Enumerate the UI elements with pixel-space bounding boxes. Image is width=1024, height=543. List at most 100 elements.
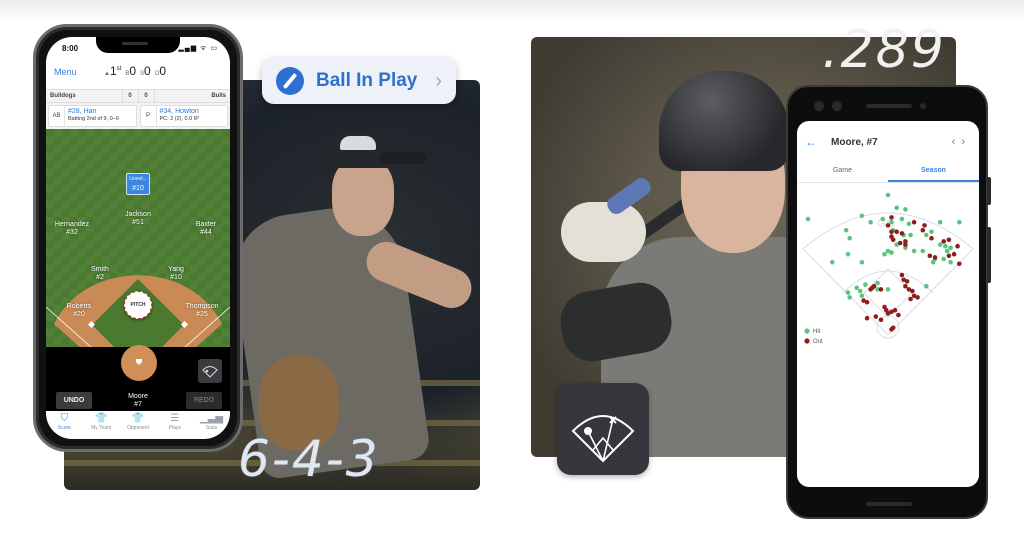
tab-season[interactable]: Season xyxy=(888,163,979,182)
list-icon: ☰ xyxy=(170,413,180,424)
status-time: 8:00 xyxy=(62,44,79,53)
fielder-cf[interactable]: Jackson #51 xyxy=(108,211,168,227)
ball-in-play-button[interactable]: Ball In Play › xyxy=(262,58,456,104)
tab-stats[interactable]: ▁▃▅ Stats xyxy=(196,413,228,439)
hit-point xyxy=(889,219,894,225)
hit-point xyxy=(805,216,811,222)
away-team: Bulldogs xyxy=(46,90,123,102)
field-icon xyxy=(202,366,218,378)
play-annotation: 6-4-3 xyxy=(238,430,380,488)
hit-point xyxy=(948,259,953,265)
hit-point xyxy=(857,288,863,294)
hit-point xyxy=(885,192,891,198)
fielder-1b[interactable]: Thompson #25 xyxy=(172,303,230,319)
at-bat-tag: AB xyxy=(49,106,65,126)
out-point xyxy=(946,237,952,243)
balls-count: B0 xyxy=(125,64,137,78)
out-point xyxy=(955,243,960,249)
fielder-2b[interactable]: Yang #10 xyxy=(146,266,206,282)
legend-hit-label: Hit xyxy=(813,329,821,335)
out-point xyxy=(911,219,917,225)
out-point xyxy=(957,261,962,267)
out-point xyxy=(864,315,870,321)
fielder-ss[interactable]: Smith #2 xyxy=(70,266,130,282)
matchup-bar: AB #28, Han Batting 2nd of 9, 0–0 P #34,… xyxy=(46,103,230,129)
hit-point xyxy=(882,251,887,257)
pitcher-card[interactable]: P #34, Howton PC: 2 (2), 0.0 IP xyxy=(139,105,228,127)
legend: Hit Out xyxy=(804,328,823,345)
player-nav: ‹› xyxy=(952,136,971,148)
hit-point xyxy=(868,219,873,225)
hit-point xyxy=(847,235,852,241)
pitcher-cap xyxy=(320,132,426,168)
scoreboard: Bulldogs 0 0 Bulls xyxy=(46,89,230,103)
hit-point xyxy=(948,245,953,251)
pitcher-tag: P xyxy=(141,106,157,126)
hit-point xyxy=(885,287,891,292)
fielder-rf[interactable]: Baxter #44 xyxy=(176,221,230,237)
tab-plays[interactable]: ☰ Plays xyxy=(159,413,191,439)
hit-point xyxy=(859,213,865,219)
redo-button[interactable]: REDO xyxy=(186,392,222,409)
back-arrow-icon[interactable]: ← xyxy=(805,135,817,149)
hit-point xyxy=(920,248,926,254)
out-point xyxy=(878,317,884,323)
hit-point xyxy=(843,227,849,233)
player-title: Moore, #7 xyxy=(831,136,878,148)
hit-point xyxy=(845,251,851,257)
jersey-filled-icon: 👕 xyxy=(131,413,145,424)
out-point xyxy=(864,299,870,305)
away-score: 0 xyxy=(123,90,139,102)
out-point xyxy=(885,311,891,316)
home-team: Bulls xyxy=(211,93,226,99)
hit-point xyxy=(911,248,917,254)
out-point xyxy=(922,223,927,228)
hit-point xyxy=(859,293,865,299)
selected-fielder[interactable]: Lineel... #10 xyxy=(126,173,150,195)
next-player-icon[interactable]: › xyxy=(961,136,971,148)
hit-point xyxy=(863,282,868,287)
game-state: ▲1st B0 S0 O0 xyxy=(104,64,166,78)
out-point xyxy=(941,239,946,244)
undo-button[interactable]: UNDO xyxy=(56,392,92,409)
pitcher-head xyxy=(332,158,394,236)
batter-helmet xyxy=(659,71,789,171)
scope-tabs: Game Season xyxy=(797,163,979,183)
home-score: 0 xyxy=(139,90,155,102)
spray-chart-screen: ← Moore, #7 ‹› Game Season GC Hit Out xyxy=(797,121,979,487)
out-point xyxy=(889,327,894,332)
menu-button[interactable]: Menu xyxy=(54,67,77,77)
app-icon[interactable] xyxy=(557,383,649,475)
out-point xyxy=(868,287,873,292)
batter-card[interactable]: AB #28, Han Batting 2nd of 9, 0–0 xyxy=(48,105,137,127)
hit-point xyxy=(906,221,912,227)
hit-point xyxy=(937,242,943,247)
hit-point xyxy=(957,219,962,225)
scoring-screen: 8:00 ▂▄▆ ᯤ ▭ Menu ▲1st B0 S0 O0 Bulldogs… xyxy=(46,37,230,439)
out-point xyxy=(896,312,901,318)
pitch-button[interactable]: PITCH xyxy=(124,291,152,319)
status-icons: ▂▄▆ ᯤ ▭ xyxy=(178,45,218,52)
spray-chart: GC Hit Out xyxy=(802,192,974,345)
out-point xyxy=(951,251,957,257)
hit-point xyxy=(854,285,859,291)
fielder-lf[interactable]: Hernandez #32 xyxy=(46,221,102,237)
android-device: ← Moore, #7 ‹› Game Season GC Hit Out xyxy=(786,85,991,519)
speaker xyxy=(866,104,912,108)
tab-my-team[interactable]: 👕 My Team xyxy=(85,413,117,439)
prev-player-icon[interactable]: ‹ xyxy=(952,136,962,148)
avg-annotation: .289 xyxy=(822,20,946,80)
out-point xyxy=(885,223,891,228)
tab-score[interactable]: ⛉ Score xyxy=(48,413,80,439)
out-point xyxy=(897,240,903,246)
spray-chart-button[interactable] xyxy=(198,359,222,383)
tab-game[interactable]: Game xyxy=(797,163,888,182)
sensor xyxy=(920,103,926,109)
legend-hit-swatch xyxy=(804,328,810,334)
hit-point xyxy=(943,243,948,249)
volume-button xyxy=(987,227,991,283)
hit-point xyxy=(924,283,929,289)
fielder-3b[interactable]: Roberts #20 xyxy=(49,303,109,319)
out-point xyxy=(894,229,899,235)
tab-opponent[interactable]: 👕 Opponent xyxy=(122,413,154,439)
